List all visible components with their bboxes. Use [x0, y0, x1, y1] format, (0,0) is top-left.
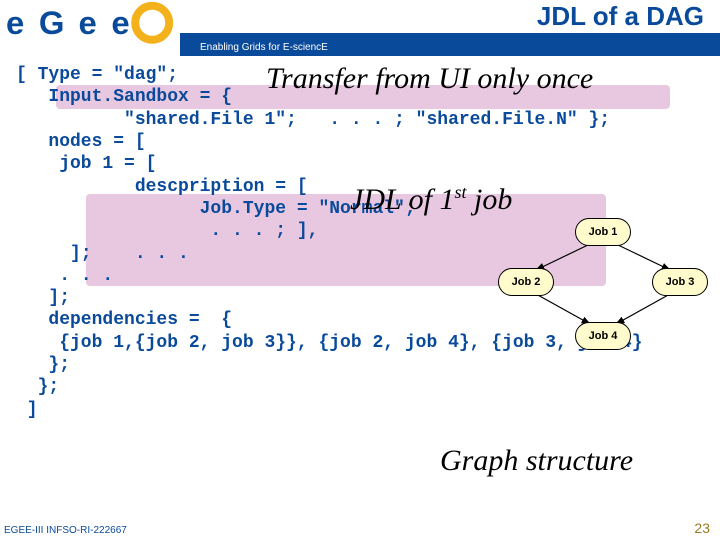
- header: e G e e JDL of a DAG Enabling Grids for …: [0, 0, 720, 56]
- footer-left: EGEE-III INFSO-RI-222667: [4, 525, 127, 536]
- page-number: 23: [694, 520, 710, 536]
- callout-jdl-prefix: JDL of 1: [350, 183, 454, 216]
- code-line: "shared.File 1"; . . . ; "shared.File.N"…: [16, 109, 710, 131]
- tagline-bar: Enabling Grids for E-sciencE: [180, 38, 720, 56]
- callout-graph: Graph structure: [440, 444, 633, 478]
- code-line: nodes = [: [16, 131, 710, 153]
- graph-node-job4: Job 4: [575, 322, 631, 350]
- callout-jdl: JDL of 1st job: [350, 182, 512, 217]
- callout-jdl-super: st: [454, 182, 466, 202]
- tagline: Enabling Grids for E-sciencE: [200, 42, 328, 53]
- dag-graph: Job 1 Job 2 Job 3 Job 4: [498, 218, 708, 368]
- callout-transfer: Transfer from UI only once: [266, 62, 593, 96]
- slide: e G e e JDL of a DAG Enabling Grids for …: [0, 0, 720, 540]
- slide-title: JDL of a DAG: [537, 1, 704, 32]
- code-line: ]: [16, 399, 710, 421]
- egee-logo: e G e e: [6, 2, 196, 58]
- svg-text:e: e: [111, 4, 129, 41]
- code-line: };: [16, 376, 710, 398]
- callout-jdl-suffix: job: [466, 183, 512, 216]
- title-bar: JDL of a DAG: [180, 0, 720, 38]
- svg-text:e: e: [6, 4, 24, 41]
- graph-node-job3: Job 3: [652, 268, 708, 296]
- egee-logo-icon: e G e e: [6, 2, 176, 56]
- svg-text:e: e: [79, 4, 97, 41]
- svg-text:G: G: [39, 4, 65, 41]
- graph-node-job1: Job 1: [575, 218, 631, 246]
- code-line: job 1 = [: [16, 153, 710, 175]
- graph-node-job2: Job 2: [498, 268, 554, 296]
